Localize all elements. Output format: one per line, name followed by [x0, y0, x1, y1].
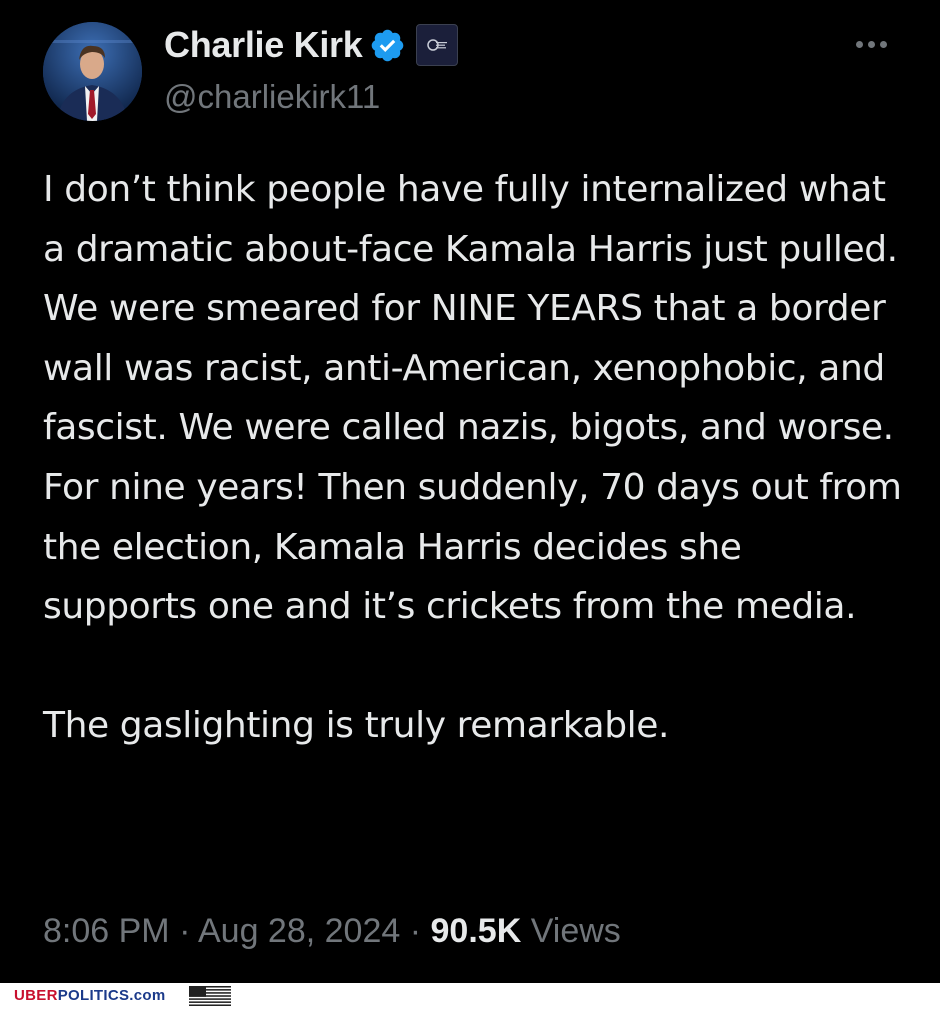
author-name[interactable]: Charlie Kirk [164, 24, 363, 66]
us-flag-icon [189, 986, 231, 1006]
verified-badge-icon [372, 29, 404, 61]
tweet-time[interactable]: 8:06 PM [43, 912, 170, 950]
brand-uber: UBER [14, 987, 58, 1004]
author-name-row: Charlie Kirk [164, 24, 459, 66]
brand-politics: POLITICS.com [57, 987, 166, 1004]
tweet-text: I don’t think people have fully internal… [43, 160, 903, 756]
meta-separator: · [409, 912, 422, 950]
tweet-date[interactable]: Aug 28, 2024 [198, 912, 400, 950]
watermark-bar: UBERPOLITICS.com [0, 983, 940, 1009]
avatar[interactable] [43, 22, 142, 121]
tweet-paragraph: I don’t think people have fully internal… [43, 169, 902, 628]
site-logo: UBERPOLITICS.com [14, 987, 165, 1004]
author-handle[interactable]: @charliekirk11 [164, 78, 380, 116]
views-count[interactable]: 90.5K [431, 912, 522, 950]
tweet-paragraph: The gaslighting is truly remarkable. [43, 705, 670, 747]
meta-separator: · [179, 912, 191, 950]
more-options-icon[interactable] [856, 34, 896, 54]
views-label: Views [530, 912, 621, 950]
tweet-meta: 8:06 PM · Aug 28, 2024 · 90.5K Views [43, 912, 621, 951]
organization-affiliate-icon[interactable] [416, 24, 459, 66]
